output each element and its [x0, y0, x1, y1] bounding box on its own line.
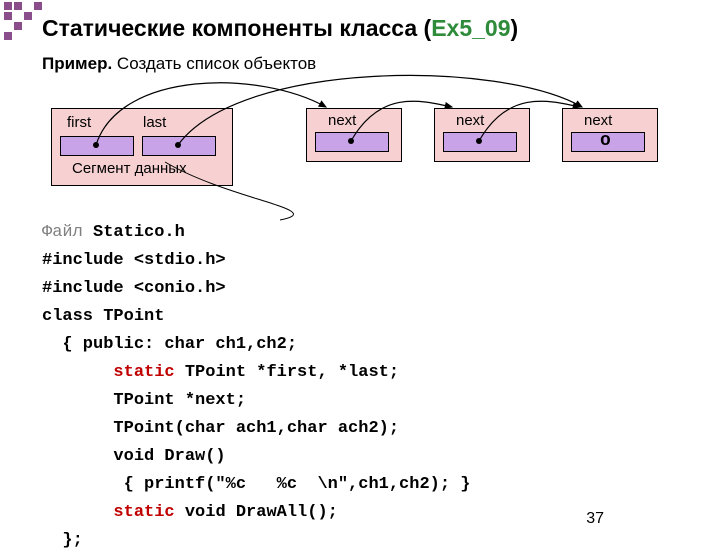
code-l7: TPoint *next;	[42, 391, 246, 410]
slide-title: Статические компоненты класса (Ex5_09)	[42, 15, 518, 42]
code-l12: };	[42, 531, 83, 550]
code-l4: class TPoint	[42, 307, 164, 326]
code-l2: #include <stdio.h>	[42, 251, 226, 270]
code-l11a	[42, 503, 113, 522]
code-l1a: Файл	[42, 223, 83, 242]
null-marker: o	[600, 131, 611, 151]
subtitle-bold: Пример.	[42, 54, 112, 73]
subtitle-rest: Создать список объектов	[112, 54, 316, 73]
example-subtitle: Пример. Создать список объектов	[42, 54, 316, 74]
title-black: Статические компоненты класса (	[42, 15, 431, 41]
node-2-slot	[443, 132, 517, 152]
node-1-label: next	[328, 112, 356, 129]
title-close: )	[511, 15, 519, 41]
code-l10: { printf("%c %c \n",ch1,ch2); }	[42, 475, 470, 494]
node-3-label: next	[584, 112, 612, 129]
node-1-slot	[315, 132, 389, 152]
code-l6s: static	[113, 363, 174, 382]
code-l1b: Statico.h	[83, 223, 195, 242]
code-l9: void Draw()	[42, 447, 226, 466]
title-green: Ex5_09	[431, 15, 510, 41]
slot-first	[60, 136, 134, 156]
code-l11b: void DrawAll();	[175, 503, 338, 522]
code-listing: Файл Statico.h #include <stdio.h> #inclu…	[42, 219, 470, 555]
label-first: first	[67, 114, 91, 131]
code-l5: { public: char ch1,ch2;	[42, 335, 297, 354]
code-l8: TPoint(char ach1,char ach2);	[42, 419, 399, 438]
code-l6b: TPoint *first, *last;	[175, 363, 399, 382]
code-l11s: static	[113, 503, 174, 522]
code-l3: #include <conio.h>	[42, 279, 226, 298]
page-number: 37	[586, 510, 604, 528]
label-last: last	[143, 114, 166, 131]
code-l6a	[42, 363, 113, 382]
slot-last	[142, 136, 216, 156]
segment-label: Сегмент данных	[72, 160, 187, 177]
node-2-label: next	[456, 112, 484, 129]
